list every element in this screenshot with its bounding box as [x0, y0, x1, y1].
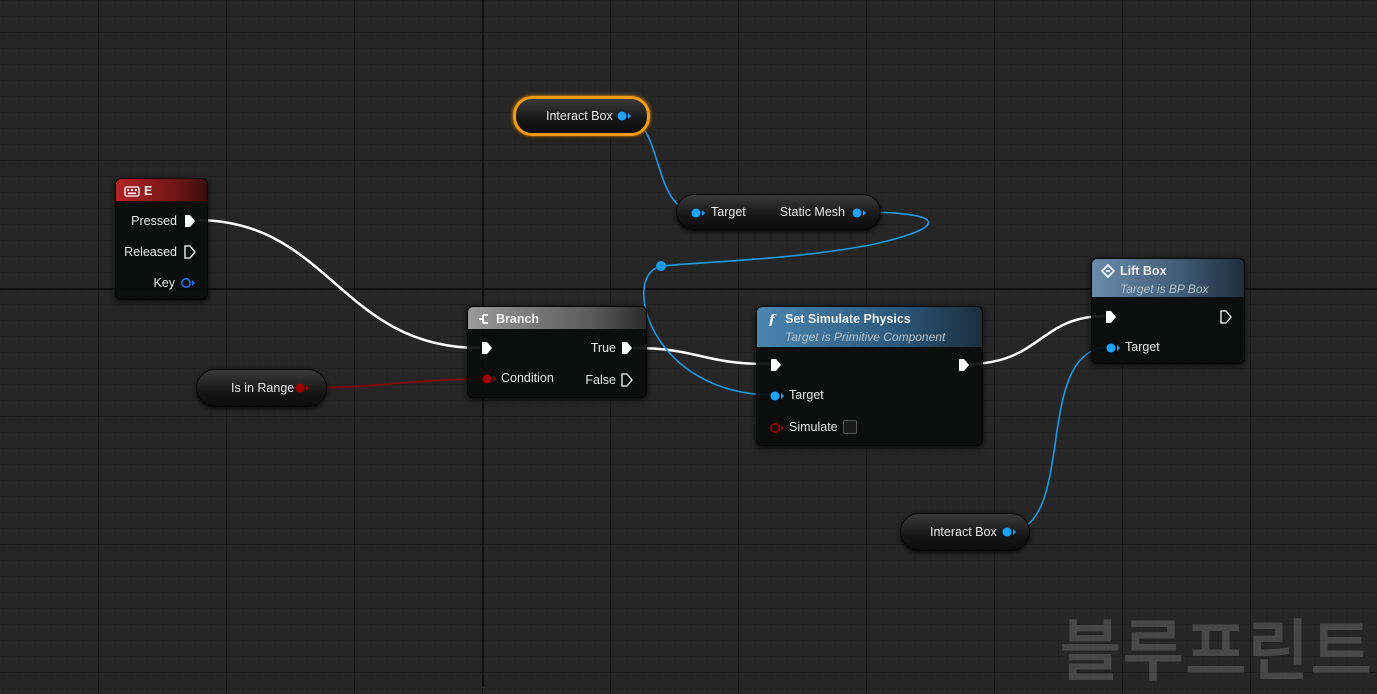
reroute-knot[interactable] [656, 261, 666, 271]
node-subtitle: Target is Primitive Component [785, 330, 946, 344]
target-pin-label: Target [1125, 340, 1160, 354]
pressed-pin-label: Pressed [131, 214, 177, 228]
set-simulate-physics-node[interactable]: f Set Simulate Physics Target is Primiti… [756, 306, 983, 446]
node-title: Lift Box [1120, 264, 1167, 278]
static-mesh-pin-label: Static Mesh [779, 205, 845, 219]
lift-box-event-node[interactable]: Lift Box Target is BP Box Target [1091, 258, 1245, 364]
node-header: E [116, 179, 207, 201]
node-subtitle: Target is BP Box [1120, 282, 1209, 296]
node-header: Branch [468, 307, 646, 329]
exec-output-pin[interactable] [958, 358, 970, 372]
condition-pin-label: Condition [501, 371, 554, 385]
object-wire-interactbox-to-liftbox[interactable] [1005, 346, 1111, 533]
function-icon: f [768, 313, 777, 326]
target-pin-label: Target [711, 205, 746, 219]
target-input-pin[interactable] [769, 390, 785, 402]
released-exec-pin[interactable] [184, 245, 196, 259]
interact-box-variable-node[interactable]: Interact Box [900, 513, 1030, 551]
node-header: f Set Simulate Physics Target is Primiti… [757, 307, 982, 347]
released-pin-label: Released [124, 245, 177, 259]
target-input-pin[interactable] [690, 207, 706, 219]
exec-wire-true-to-setsim[interactable] [632, 346, 771, 366]
bool-output-pin[interactable] [294, 382, 310, 394]
simulate-pin-label: Simulate [789, 420, 838, 434]
exec-input-pin[interactable] [770, 358, 782, 372]
object-output-pin[interactable] [1001, 526, 1017, 538]
exec-input-pin[interactable] [1105, 310, 1117, 324]
node-title: Set Simulate Physics [785, 312, 911, 326]
pressed-exec-pin[interactable] [184, 214, 196, 228]
exec-wire-pressed-to-branch[interactable] [195, 218, 481, 350]
simulate-input-pin[interactable] [769, 422, 785, 434]
variable-label: Is in Range [231, 381, 295, 395]
key-struct-pin[interactable] [180, 277, 196, 289]
static-mesh-output-pin[interactable] [851, 207, 867, 219]
simulate-checkbox[interactable] [843, 420, 857, 434]
false-exec-pin[interactable] [621, 373, 633, 387]
exec-output-pin[interactable] [1220, 310, 1232, 324]
variable-label: Interact Box [546, 109, 613, 123]
false-pin-label: False [585, 373, 616, 387]
node-title: Branch [496, 312, 540, 326]
node-header: Lift Box Target is BP Box [1092, 259, 1244, 297]
variable-label: Interact Box [930, 525, 997, 539]
target-pin-label: Target [789, 388, 824, 402]
true-exec-pin[interactable] [621, 341, 633, 355]
static-mesh-getter-node[interactable]: Target Static Mesh [676, 194, 881, 230]
keyboard-icon [124, 186, 140, 197]
is-in-range-variable-node[interactable]: Is in Range [196, 369, 327, 407]
condition-pin[interactable] [481, 373, 497, 385]
key-pin-label: Key [153, 276, 175, 290]
object-output-pin[interactable] [616, 110, 632, 122]
node-title: E [144, 184, 153, 198]
svg-text:f: f [768, 313, 777, 326]
target-input-pin[interactable] [1105, 342, 1121, 354]
interact-box-variable-node-selected[interactable]: Interact Box [513, 96, 650, 136]
branch-node[interactable]: Branch Condition True False [467, 306, 647, 398]
bool-wire-range-to-condition[interactable] [302, 378, 488, 389]
true-pin-label: True [590, 341, 616, 355]
custom-event-icon [1100, 264, 1116, 278]
key-e-event-node[interactable]: E Pressed Released Key [115, 178, 208, 300]
exec-input-pin[interactable] [481, 341, 493, 355]
blueprint-watermark: 블루프린트 [1060, 613, 1374, 690]
branch-icon [479, 314, 488, 324]
